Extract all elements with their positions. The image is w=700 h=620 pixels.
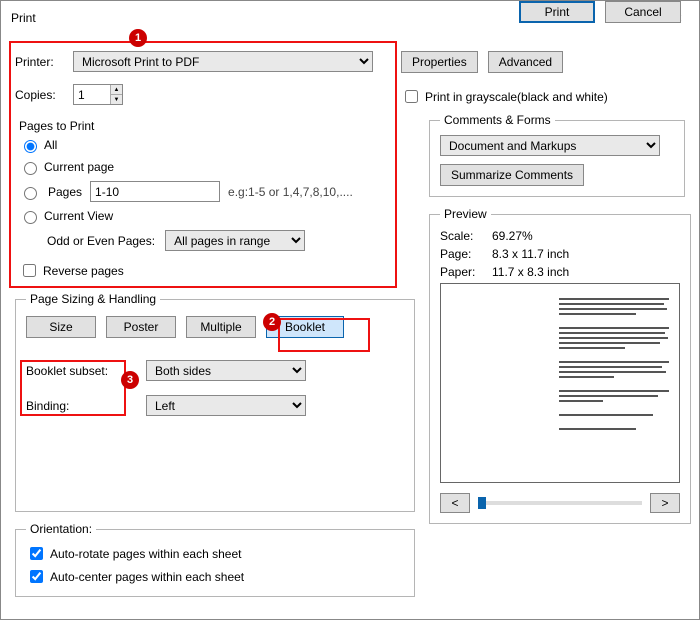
pager-next-button[interactable]: > xyxy=(650,493,680,513)
scale-value: 69.27% xyxy=(492,229,533,243)
booklet-subset-select[interactable]: Both sides xyxy=(146,360,306,381)
grayscale-label: Print in grayscale(black and white) xyxy=(425,90,608,104)
paper-label: Paper: xyxy=(440,265,484,279)
pager-prev-button[interactable]: < xyxy=(440,493,470,513)
odd-even-label: Odd or Even Pages: xyxy=(47,234,155,248)
properties-button[interactable]: Properties xyxy=(401,51,478,73)
copies-spinner[interactable]: ▲▼ xyxy=(73,84,123,105)
pages-range-input[interactable] xyxy=(90,181,220,202)
auto-rotate-label: Auto-rotate pages within each sheet xyxy=(50,547,241,561)
printer-select[interactable]: Microsoft Print to PDF xyxy=(73,51,373,72)
comments-legend: Comments & Forms xyxy=(440,113,555,127)
poster-button[interactable]: Poster xyxy=(106,316,176,338)
cancel-button[interactable]: Cancel xyxy=(605,1,681,23)
copies-label: Copies: xyxy=(15,88,63,102)
radio-current-page-label: Current page xyxy=(44,160,114,174)
spinner-down-icon[interactable]: ▼ xyxy=(110,95,122,104)
orientation-legend: Orientation: xyxy=(26,522,96,536)
callout-2: 2 xyxy=(263,313,281,331)
summarize-comments-button[interactable]: Summarize Comments xyxy=(440,164,584,186)
sizing-legend: Page Sizing & Handling xyxy=(26,292,160,306)
pager-track[interactable] xyxy=(478,501,642,505)
reverse-pages-label: Reverse pages xyxy=(43,264,124,278)
callout-3: 3 xyxy=(121,371,139,389)
pages-hint: e.g:1-5 or 1,4,7,8,10,.... xyxy=(228,185,353,199)
binding-label: Binding: xyxy=(26,399,136,413)
scale-label: Scale: xyxy=(440,229,484,243)
radio-all[interactable] xyxy=(24,140,37,153)
auto-center-label: Auto-center pages within each sheet xyxy=(50,570,244,584)
auto-rotate-checkbox[interactable] xyxy=(30,547,43,560)
paper-value: 11.7 x 8.3 inch xyxy=(492,265,569,279)
multiple-button[interactable]: Multiple xyxy=(186,316,256,338)
odd-even-select[interactable]: All pages in range xyxy=(165,230,305,251)
preview-pager: < > xyxy=(440,493,680,513)
preview-thumbnail xyxy=(440,283,680,483)
spinner-up-icon[interactable]: ▲ xyxy=(110,85,122,95)
booklet-subset-label: Booklet subset: xyxy=(26,364,136,378)
callout-1: 1 xyxy=(129,29,147,47)
printer-label: Printer: xyxy=(15,55,63,69)
radio-pages-label: Pages xyxy=(48,185,82,199)
pages-legend: Pages to Print xyxy=(15,119,98,133)
size-button[interactable]: Size xyxy=(26,316,96,338)
print-button[interactable]: Print xyxy=(519,1,595,23)
page-value: 8.3 x 11.7 inch xyxy=(492,247,569,261)
pager-thumb[interactable] xyxy=(478,497,486,509)
grayscale-checkbox[interactable] xyxy=(405,90,418,103)
radio-current-view[interactable] xyxy=(24,211,37,224)
radio-pages[interactable] xyxy=(24,187,37,200)
advanced-button[interactable]: Advanced xyxy=(488,51,563,73)
page-label: Page: xyxy=(440,247,484,261)
radio-current-view-label: Current View xyxy=(44,209,113,223)
comments-select[interactable]: Document and Markups xyxy=(440,135,660,156)
binding-select[interactable]: Left xyxy=(146,395,306,416)
radio-current-page[interactable] xyxy=(24,162,37,175)
reverse-pages-checkbox[interactable] xyxy=(23,264,36,277)
radio-all-label: All xyxy=(44,138,57,152)
preview-legend: Preview xyxy=(440,207,491,221)
auto-center-checkbox[interactable] xyxy=(30,570,43,583)
window-title: Print xyxy=(11,11,36,25)
